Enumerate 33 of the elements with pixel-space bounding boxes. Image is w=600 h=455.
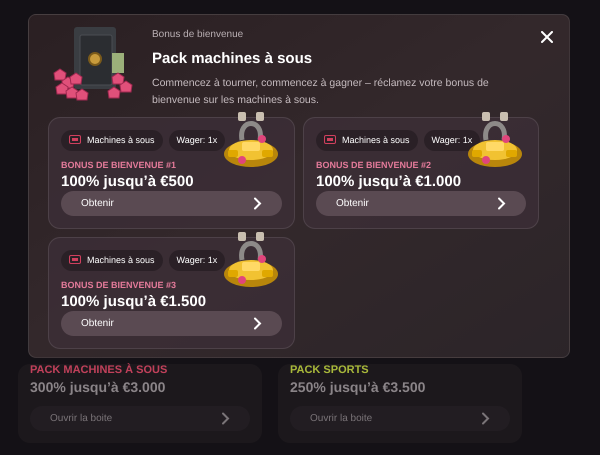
category-label: Machines à sous (87, 134, 155, 146)
pack-amount: 250% jusqu’à €3.500 (290, 378, 426, 397)
modal-subtitle: Bonus de bienvenue (152, 28, 244, 42)
bonus-amount: 100% jusqu’à €500 (61, 172, 195, 192)
slot-machine-icon (69, 255, 81, 266)
slot-machine-icon (324, 135, 336, 146)
modal-title: Pack machines à sous (152, 49, 314, 69)
modal-description: Commencez à tourner, commencez à gagner – réclamez votre bonus de bienvenue sur les machines à sous. (152, 76, 490, 108)
wager-tag: Wager: 1x (168, 130, 226, 151)
category-label: Machines à sous (342, 134, 410, 146)
pack-label: PACK SPORTS (290, 364, 369, 377)
wager-tag: Wager: 1x (424, 130, 480, 151)
chevron-right-icon (221, 412, 230, 425)
chevron-right-icon (497, 196, 506, 210)
bonus-label: BONUS DE BIENVENUE #3 (61, 279, 178, 292)
bonus-label: BONUS DE BIENVENUE #1 (61, 159, 178, 172)
wager-tag: Wager: 1x (168, 250, 226, 271)
chevron-right-icon (481, 412, 490, 425)
slot-machine-icon (69, 135, 81, 146)
chevron-right-icon (253, 316, 262, 330)
pack-amount: 300% jusqu’à €3.000 (30, 378, 166, 397)
pack-label: PACK MACHINES À SOUS (30, 364, 168, 377)
obtain-button[interactable]: Obtenir (61, 311, 282, 336)
open-box-button[interactable]: Ouvrir la boite (290, 406, 510, 431)
obtain-button[interactable]: Obtenir (316, 191, 526, 216)
bonus-amount: 100% jusqu’à €1.000 (316, 172, 462, 192)
obtain-button[interactable]: Obtenir (61, 191, 282, 216)
open-box-button[interactable]: Ouvrir la boite (30, 406, 250, 431)
category-label: Machines à sous (87, 254, 155, 266)
close-icon (541, 31, 553, 43)
bonus-label: BONUS DE BIENVENUE #2 (316, 159, 432, 172)
chevron-right-icon (253, 196, 262, 210)
bonus-amount: 100% jusqu’à €1.500 (61, 292, 208, 312)
